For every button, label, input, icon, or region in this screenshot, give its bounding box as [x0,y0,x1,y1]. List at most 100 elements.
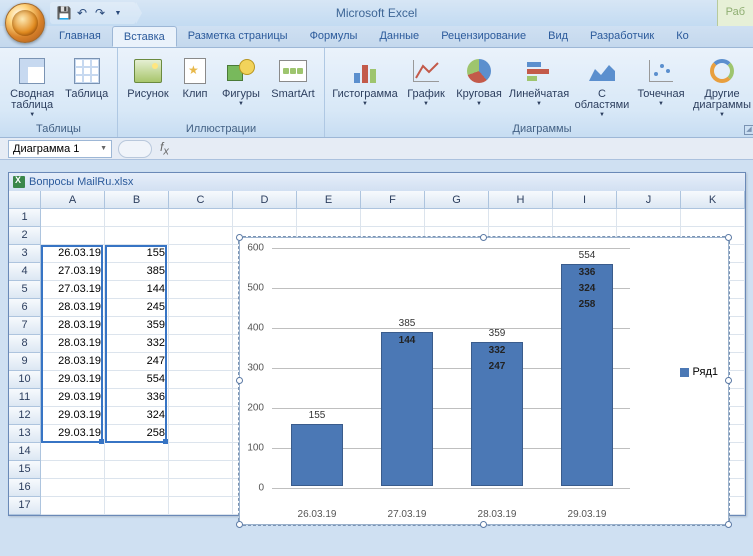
cell-A9[interactable]: 28.03.19 [41,353,105,371]
qat-dropdown-icon[interactable]: ▼ [110,5,126,21]
chevron-down-icon[interactable]: ▼ [100,145,107,152]
column-chart-button[interactable]: Гистограмма▼ [330,51,400,119]
cell-A2[interactable] [41,227,105,245]
ribbon-tab-2[interactable]: Разметка страницы [177,26,299,47]
name-box[interactable]: Диаграмма 1▼ [8,140,112,158]
scatter-chart-button[interactable]: Точечная▼ [634,51,688,119]
cell-K1[interactable] [681,209,745,227]
row-header-12[interactable]: 12 [9,407,41,425]
col-header-H[interactable]: H [489,191,553,209]
row-header-11[interactable]: 11 [9,389,41,407]
cell-B15[interactable] [105,461,169,479]
cell-C9[interactable] [169,353,233,371]
cell-A5[interactable]: 27.03.19 [41,281,105,299]
cell-J1[interactable] [617,209,681,227]
ribbon-tab-7[interactable]: Разработчик [579,26,665,47]
row-header-15[interactable]: 15 [9,461,41,479]
col-header-B[interactable]: B [105,191,169,209]
row-header-14[interactable]: 14 [9,443,41,461]
ribbon-tab-5[interactable]: Рецензирование [430,26,537,47]
cell-H1[interactable] [489,209,553,227]
cell-B3[interactable]: 155 [105,245,169,263]
ribbon-tab-4[interactable]: Данные [368,26,430,47]
cell-C8[interactable] [169,335,233,353]
cell-C2[interactable] [169,227,233,245]
row-header-5[interactable]: 5 [9,281,41,299]
cell-B12[interactable]: 324 [105,407,169,425]
cell-B16[interactable] [105,479,169,497]
col-header-I[interactable]: I [553,191,617,209]
cell-B8[interactable]: 332 [105,335,169,353]
cell-B10[interactable]: 554 [105,371,169,389]
col-header-F[interactable]: F [361,191,425,209]
row-header-9[interactable]: 9 [9,353,41,371]
row-header-16[interactable]: 16 [9,479,41,497]
pie-chart-button[interactable]: Круговая▼ [452,51,506,119]
cell-B4[interactable]: 385 [105,263,169,281]
row-header-1[interactable]: 1 [9,209,41,227]
cell-B9[interactable]: 247 [105,353,169,371]
row-header-4[interactable]: 4 [9,263,41,281]
pivot-table-button[interactable]: Сводная таблица ▼ [5,51,59,119]
ribbon-tab-0[interactable]: Главная [48,26,112,47]
contextual-tab[interactable]: Раб [717,0,753,26]
cell-A3[interactable]: 26.03.19 [41,245,105,263]
cell-A1[interactable] [41,209,105,227]
col-header-K[interactable]: K [681,191,745,209]
col-header-A[interactable]: A [41,191,105,209]
cell-F1[interactable] [361,209,425,227]
cell-A14[interactable] [41,443,105,461]
cell-D1[interactable] [233,209,297,227]
col-header-J[interactable]: J [617,191,681,209]
cell-B13[interactable]: 258 [105,425,169,443]
cell-A11[interactable]: 29.03.19 [41,389,105,407]
cell-A13[interactable]: 29.03.19 [41,425,105,443]
cell-A16[interactable] [41,479,105,497]
cell-B7[interactable]: 359 [105,317,169,335]
cell-C16[interactable] [169,479,233,497]
cell-I1[interactable] [553,209,617,227]
cell-G1[interactable] [425,209,489,227]
cell-A6[interactable]: 28.03.19 [41,299,105,317]
cell-C3[interactable] [169,245,233,263]
line-chart-button[interactable]: График▼ [402,51,450,119]
chart-bar[interactable] [291,424,343,486]
cell-C12[interactable] [169,407,233,425]
bar-chart-button[interactable]: Линейчатая▼ [508,51,570,119]
cell-C17[interactable] [169,497,233,515]
col-header-G[interactable]: G [425,191,489,209]
ribbon-tab-1[interactable]: Вставка [112,26,177,47]
cell-B6[interactable]: 245 [105,299,169,317]
cell-B14[interactable] [105,443,169,461]
ribbon-tab-6[interactable]: Вид [537,26,579,47]
chart-bar[interactable] [381,332,433,486]
cell-B5[interactable]: 144 [105,281,169,299]
undo-icon[interactable]: ↶ [74,5,90,21]
cell-C10[interactable] [169,371,233,389]
cell-A8[interactable]: 28.03.19 [41,335,105,353]
cell-B11[interactable]: 336 [105,389,169,407]
charts-dialog-launcher[interactable]: ◢ [744,125,753,135]
cell-B17[interactable] [105,497,169,515]
row-header-2[interactable]: 2 [9,227,41,245]
ribbon-tab-8[interactable]: Ко [665,26,700,47]
area-chart-button[interactable]: С областями▼ [572,51,632,119]
select-all-corner[interactable] [9,191,41,209]
workbook-titlebar[interactable]: Вопросы MailRu.xlsx [9,173,745,191]
cell-C15[interactable] [169,461,233,479]
cell-A15[interactable] [41,461,105,479]
other-charts-button[interactable]: Другие диаграммы▼ [690,51,753,119]
cell-C5[interactable] [169,281,233,299]
row-header-13[interactable]: 13 [9,425,41,443]
worksheet-grid[interactable]: ABCDEFGHIJK12326.03.19155427.03.19385527… [9,191,745,515]
chart-legend[interactable]: Ряд1 [680,366,718,378]
row-header-6[interactable]: 6 [9,299,41,317]
cell-C6[interactable] [169,299,233,317]
cell-A17[interactable] [41,497,105,515]
cell-A10[interactable]: 29.03.19 [41,371,105,389]
smartart-button[interactable]: SmartArt [267,51,319,119]
cell-B2[interactable] [105,227,169,245]
cell-C7[interactable] [169,317,233,335]
cell-C14[interactable] [169,443,233,461]
embedded-chart[interactable]: 010020030040050060015526.03.1938514427.0… [239,237,729,525]
